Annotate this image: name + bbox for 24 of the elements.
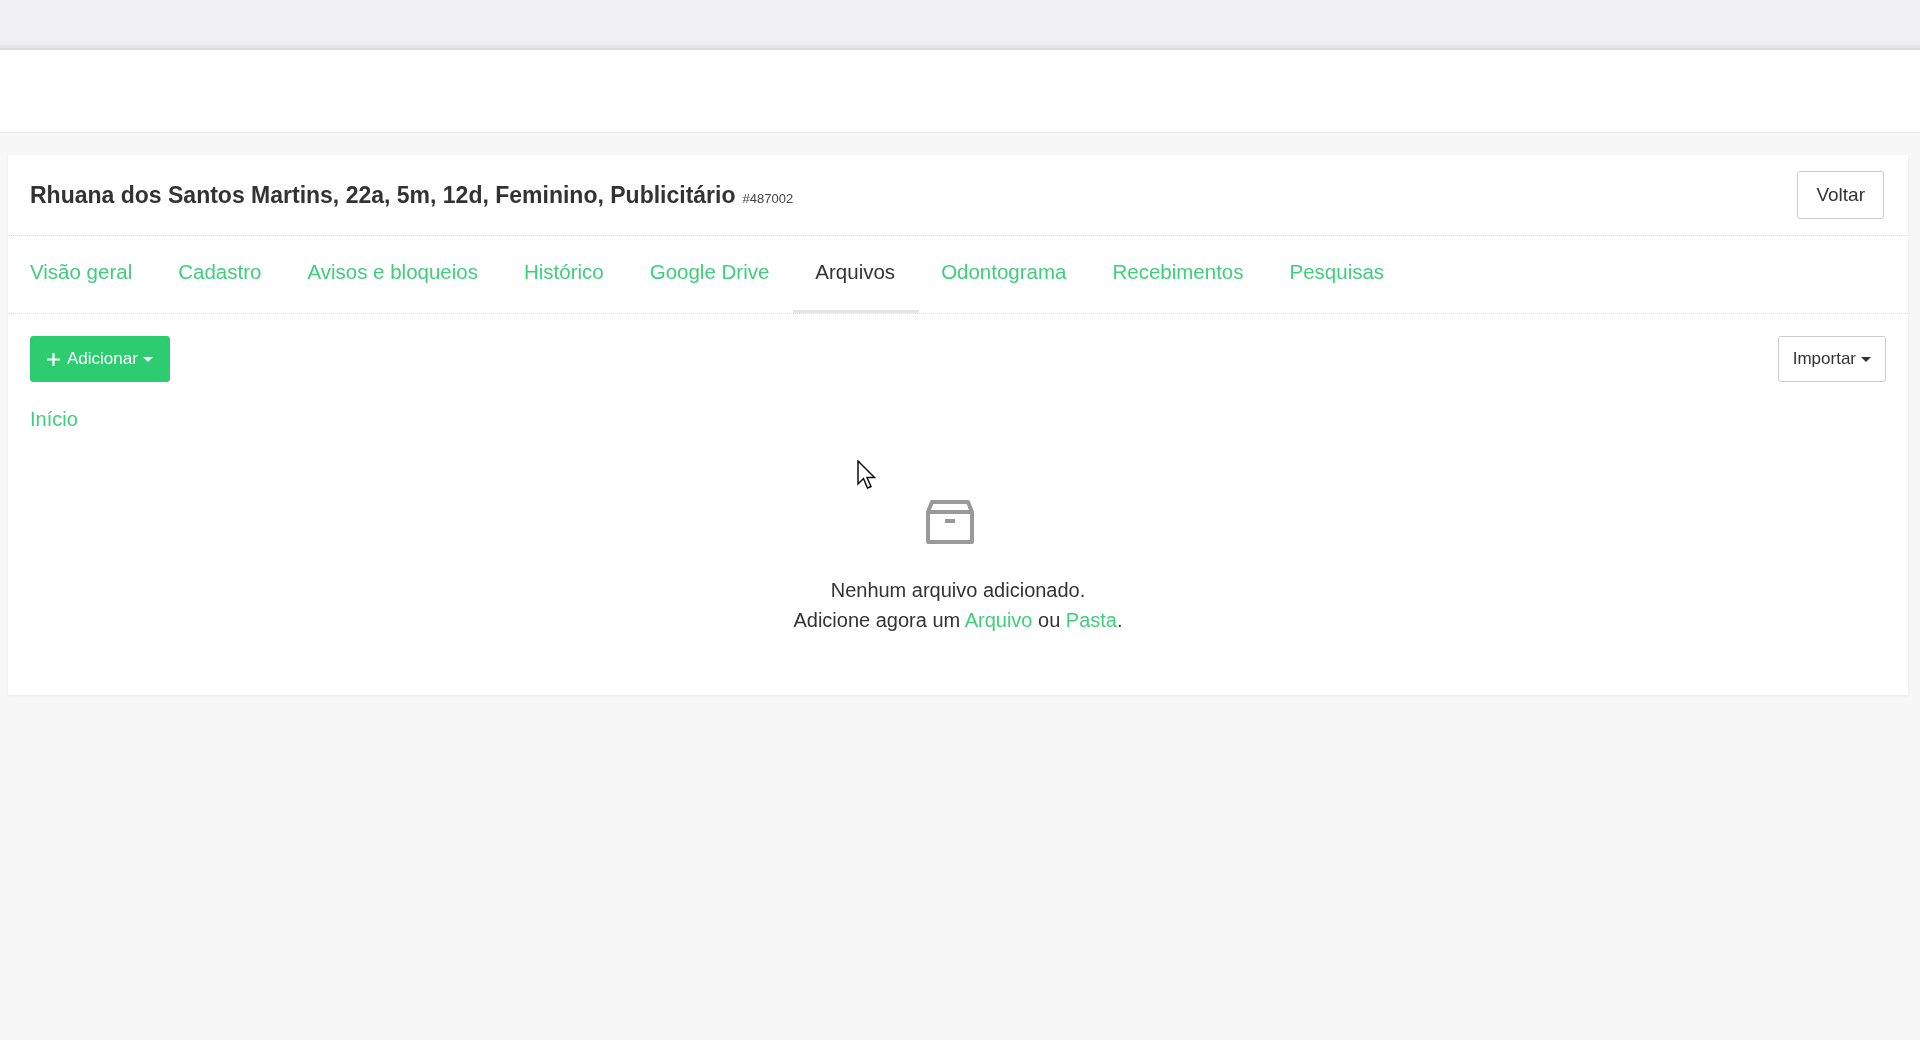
tab[interactable]: Avisos e bloqueios bbox=[285, 236, 502, 313]
plus-icon bbox=[47, 352, 60, 366]
empty-hint: Adicione agora um Arquivo ou Pasta. bbox=[793, 608, 1123, 633]
patient-name: Rhuana dos Santos Martins, 22a, 5m, 12d, Feminino, Publicitário bbox=[30, 181, 736, 208]
caret-icon bbox=[142, 356, 153, 362]
mouse-pointer-icon bbox=[857, 460, 877, 490]
tab[interactable]: Recebimentos bbox=[1090, 236, 1268, 313]
patient-id: #487002 bbox=[742, 190, 794, 206]
tab[interactable]: Histórico bbox=[501, 236, 628, 313]
tab[interactable]: Odontograma bbox=[919, 236, 1091, 313]
archive-box-icon bbox=[926, 499, 974, 545]
caret-icon bbox=[1861, 356, 1871, 362]
tab[interactable]: Arquivos bbox=[793, 236, 920, 313]
import-button[interactable]: Importar bbox=[1777, 336, 1886, 382]
link[interactable]: Pasta bbox=[1065, 609, 1117, 631]
tab[interactable]: Visão geral bbox=[8, 236, 157, 313]
tab[interactable]: Google Drive bbox=[627, 236, 794, 313]
back-button[interactable]: Voltar bbox=[1797, 171, 1884, 219]
tab[interactable]: Cadastro bbox=[156, 236, 286, 313]
link[interactable]: Arquivo bbox=[964, 609, 1033, 631]
empty-message: Nenhum arquivo adicionado. bbox=[830, 578, 1086, 603]
add-button[interactable]: Adicionar bbox=[30, 336, 170, 382]
breadcrumb-link[interactable]: Início bbox=[30, 408, 78, 431]
tab[interactable]: Pesquisas bbox=[1267, 236, 1409, 313]
